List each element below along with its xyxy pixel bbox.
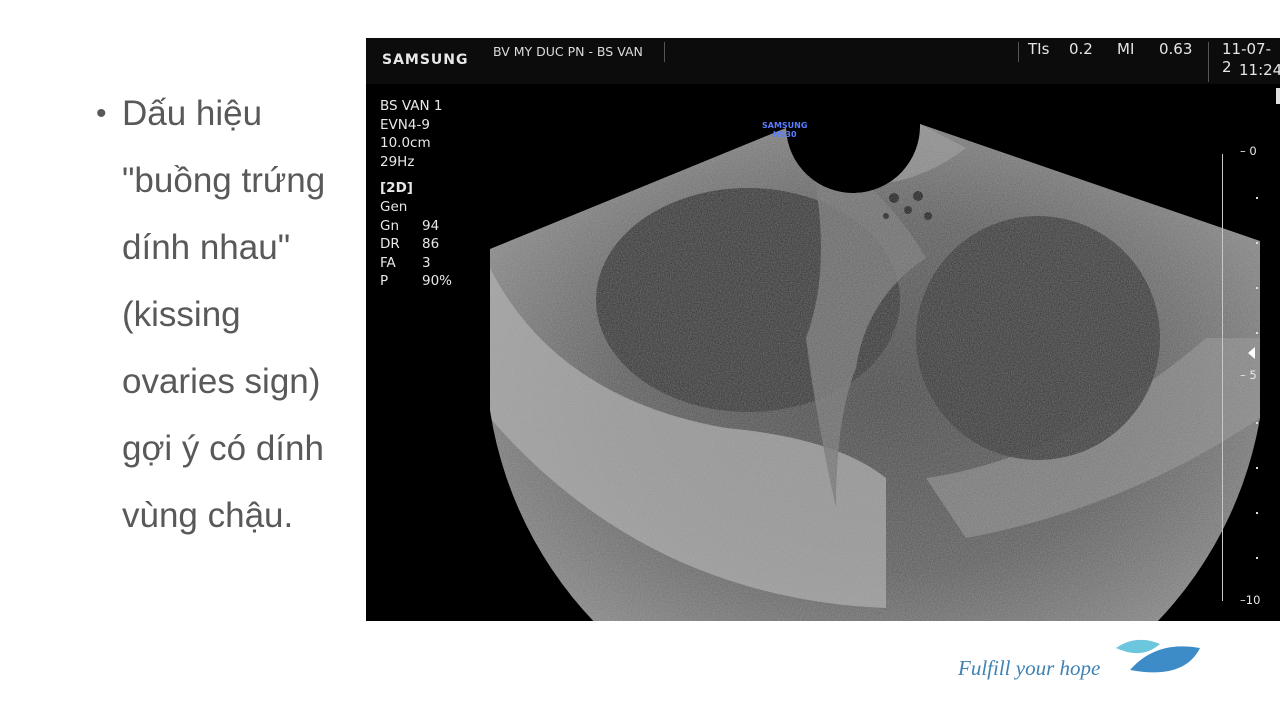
brand-logo: SAMSUNG [382, 52, 469, 68]
scan-parameters: BS VAN 1 EVN4-9 10.0cm 29Hz [2D] Gen Gn 9… [380, 97, 452, 291]
ultrasound-image: SAMSUNG BV MY DUC PN - BS VAN TIs 0.2 MI… [366, 38, 1280, 621]
facility-name: BV MY DUC PN - BS VAN [493, 44, 643, 59]
header-divider [1018, 42, 1019, 62]
logo-leaf-light [1116, 639, 1160, 654]
header-divider [664, 42, 665, 62]
bullet-line: ovaries sign) [122, 362, 321, 401]
header-divider [1208, 42, 1209, 82]
depth-dot [1256, 287, 1258, 289]
depth-scale-line [1222, 154, 1223, 601]
probe-orientation-label: SAMSUNG HS30 [762, 121, 807, 139]
depth-tick-10: –10 [1240, 593, 1261, 607]
footer-tagline: Fulfill your hope [958, 656, 1101, 680]
tis-label: TIs [1028, 40, 1050, 58]
probe-label-line: SAMSUNG [762, 121, 808, 130]
ultrasound-header: SAMSUNG BV MY DUC PN - BS VAN TIs 0.2 MI… [366, 38, 1280, 84]
operator-label: BS VAN 1 [380, 98, 443, 114]
focus-marker-icon [1248, 347, 1255, 359]
param-value: 86 [422, 236, 440, 253]
param-key: Gn [380, 217, 400, 234]
param-key: P [380, 273, 389, 290]
bullet-line: gợi ý có dính [122, 429, 324, 468]
param-value: 94 [422, 217, 440, 234]
ultrasound-scan-sector [490, 124, 1260, 621]
depth-tick-0: – 0 [1240, 144, 1257, 158]
depth-dot [1256, 467, 1258, 469]
bullet-marker: • [96, 97, 107, 130]
depth-tick-value: 10 [1245, 593, 1261, 607]
bullet-line: dính nhau" [122, 228, 291, 267]
bullet-body: Dấu hiệu "buồng trứng dính nhau" (kissin… [122, 80, 362, 549]
bullet-line: "buồng trứng [122, 161, 326, 200]
depth-dot [1256, 422, 1258, 424]
mi-value: 0.63 [1159, 40, 1193, 58]
mi-label: MI [1117, 40, 1135, 58]
depth-dot [1256, 242, 1258, 244]
depth-dot [1256, 332, 1258, 334]
scale-indicator [1276, 88, 1280, 104]
param-key: DR [380, 236, 400, 253]
tis-value: 0.2 [1069, 40, 1093, 58]
depth-tick-value: 5 [1249, 368, 1257, 382]
depth-tick-value: 0 [1249, 144, 1257, 158]
preset-label: Gen [380, 198, 408, 215]
bullet-line: (kissing [122, 295, 241, 334]
leaf-logo-icon [1116, 639, 1200, 673]
depth-dot [1256, 197, 1258, 199]
param-value: 3 [422, 254, 431, 271]
probe-model: EVN4-9 [380, 116, 430, 133]
bullet-line: vùng chậu. [122, 496, 294, 535]
param-row: FA 3 [380, 254, 452, 273]
exam-time: 11:24 [1239, 61, 1280, 79]
depth-tick-5: – 5 [1240, 368, 1257, 382]
scan-depth: 10.0cm [380, 135, 431, 152]
imaging-mode: [2D] [380, 180, 413, 197]
param-value: 90% [422, 273, 453, 290]
bullet-line: Dấu hiệu [122, 94, 263, 133]
param-row: P 90% [380, 272, 452, 291]
depth-dot [1256, 512, 1258, 514]
depth-dot [1256, 557, 1258, 559]
param-row: DR 86 [380, 235, 452, 254]
param-key: FA [380, 254, 396, 271]
param-row: Gn 94 [380, 217, 452, 236]
frame-rate: 29Hz [380, 153, 415, 170]
probe-label-line: HS30 [772, 130, 797, 139]
